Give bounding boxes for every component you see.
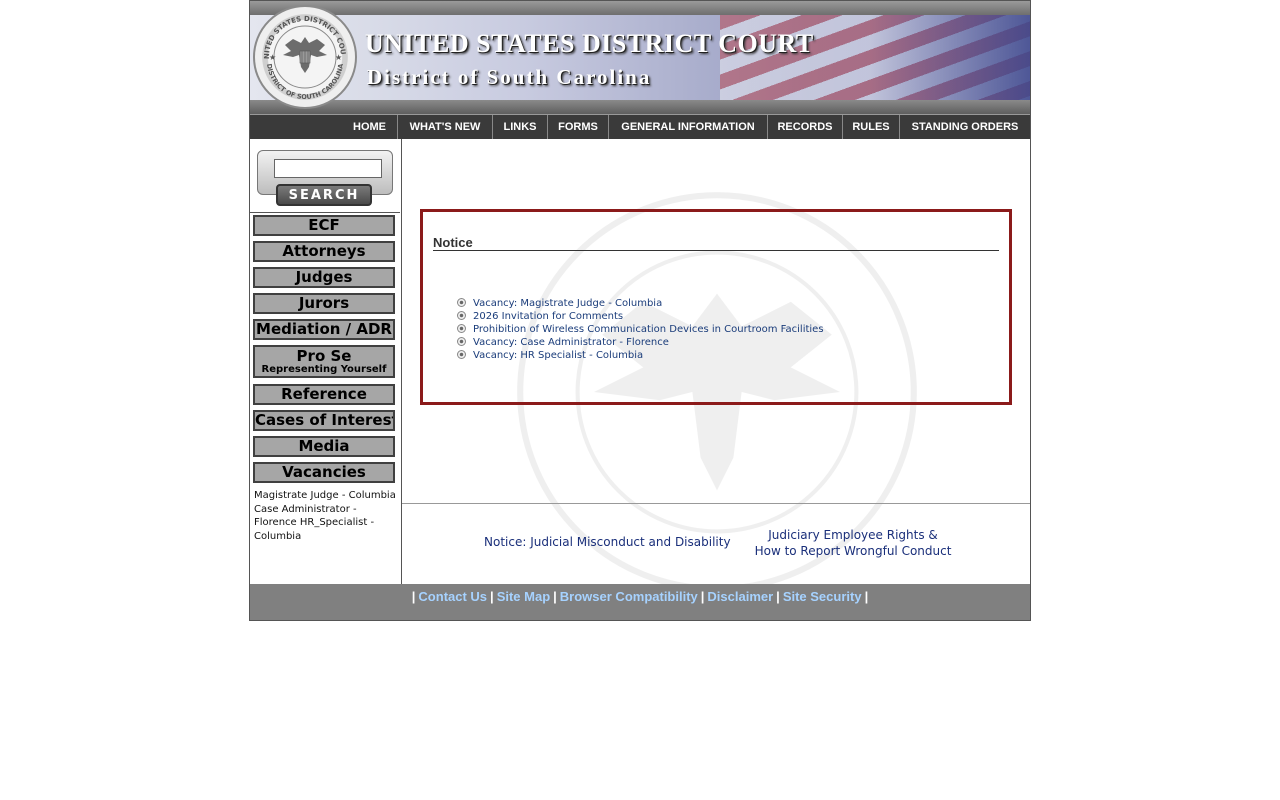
notice-link[interactable]: 2026 Invitation for Comments	[473, 311, 623, 322]
notice-title: Notice	[433, 235, 473, 250]
divider	[250, 212, 400, 213]
sidebar-button-mediation-adr[interactable]: Mediation / ADR	[253, 319, 395, 340]
nav-links[interactable]: LINKS	[492, 115, 547, 139]
notice-link[interactable]: Vacancy: Magistrate Judge - Columbia	[473, 298, 662, 309]
footer-disclaimer[interactable]: Disclaimer	[707, 589, 773, 604]
list-item[interactable]: Vacancy: Magistrate Judge - Columbia	[457, 297, 824, 310]
list-item[interactable]: Vacancy: Case Administrator - Florence	[457, 336, 824, 349]
court-title: UNITED STATES DISTRICT COURT	[365, 29, 814, 58]
judicial-misconduct-link[interactable]: Notice: Judicial Misconduct and Disabili…	[484, 535, 731, 549]
list-item[interactable]: 2026 Invitation for Comments	[457, 310, 824, 323]
notice-link[interactable]: Prohibition of Wireless Communication De…	[473, 324, 824, 335]
sidebar-button-media[interactable]: Media	[253, 436, 395, 457]
nav-general-information[interactable]: GENERAL INFORMATION	[608, 115, 767, 139]
nav-rules[interactable]: RULES	[842, 115, 899, 139]
employee-rights-line2: How to Report Wrongful Conduct	[754, 544, 952, 558]
sidebar-button-vacancies[interactable]: Vacancies	[253, 462, 395, 483]
divider	[402, 503, 1030, 504]
sidebar-button-attorneys[interactable]: Attorneys	[253, 241, 395, 262]
employee-rights-line1: Judiciary Employee Rights &	[768, 528, 938, 542]
notice-divider	[433, 250, 999, 251]
sidebar-button-pro-se[interactable]: Pro Se Representing Yourself	[253, 345, 395, 378]
search-input[interactable]	[274, 159, 382, 178]
notice-list: Vacancy: Magistrate Judge - Columbia 202…	[457, 297, 824, 362]
nav-standing-orders[interactable]: STANDING ORDERS	[899, 115, 1030, 139]
footer: | Contact Us | Site Map | Browser Compatibili…	[250, 584, 1030, 620]
sidebar-button-cases-of-interest[interactable]: Cases of Interest	[253, 410, 395, 431]
footer-browser-compatibility[interactable]: Browser Compatibility	[560, 589, 698, 604]
sidebar-button-judges[interactable]: Judges	[253, 267, 395, 288]
bullet-icon	[457, 350, 466, 359]
sidebar-button-jurors[interactable]: Jurors	[253, 293, 395, 314]
notice-link[interactable]: Vacancy: Case Administrator - Florence	[473, 337, 669, 348]
bullet-icon	[457, 337, 466, 346]
nav-whats-new[interactable]: WHAT'S NEW	[397, 115, 492, 139]
notice-link[interactable]: Vacancy: HR Specialist - Columbia	[473, 350, 643, 361]
footer-site-map[interactable]: Site Map	[497, 589, 550, 604]
sidebar-button-ecf[interactable]: ECF	[253, 215, 395, 236]
nav-records[interactable]: RECORDS	[767, 115, 842, 139]
employee-rights-link[interactable]: Judiciary Employee Rights & How to Repor…	[747, 527, 959, 559]
bullet-icon	[457, 311, 466, 320]
court-subtitle: District of South Carolina	[367, 65, 652, 89]
site-banner: UNITED STATES DISTRICT COURT DISTRICT OF…	[250, 1, 1030, 114]
top-navigation: HOME WHAT'S NEW LINKS FORMS GENERAL INFO…	[250, 114, 1030, 139]
vacancies-ticker[interactable]: Magistrate Judge - Columbia Case Adminis…	[254, 489, 400, 549]
svg-text:★: ★	[335, 53, 342, 62]
search-box: SEARCH	[257, 150, 393, 206]
list-item[interactable]: Prohibition of Wireless Communication De…	[457, 323, 824, 336]
nav-home[interactable]: HOME	[342, 115, 397, 139]
court-seal-logo: UNITED STATES DISTRICT COURT DISTRICT OF…	[253, 5, 357, 109]
pro-se-sublabel: Representing Yourself	[261, 364, 387, 375]
footer-site-security[interactable]: Site Security	[783, 589, 862, 604]
sidebar-button-reference[interactable]: Reference	[253, 384, 395, 405]
svg-text:★: ★	[269, 53, 276, 62]
nav-forms[interactable]: FORMS	[547, 115, 608, 139]
pro-se-label: Pro Se	[296, 347, 352, 365]
list-item[interactable]: Vacancy: HR Specialist - Columbia	[457, 349, 824, 362]
bullet-icon	[457, 298, 466, 307]
footer-contact-us[interactable]: Contact Us	[418, 589, 487, 604]
main-content: Notice Vacancy: Magistrate Judge - Colum…	[402, 139, 1030, 584]
notice-box: Notice Vacancy: Magistrate Judge - Colum…	[420, 209, 1012, 405]
search-button[interactable]: SEARCH	[276, 184, 372, 206]
left-sidebar: SEARCH ECF Attorneys Judges Jurors Media…	[250, 139, 402, 584]
bullet-icon	[457, 324, 466, 333]
page-container: UNITED STATES DISTRICT COURT DISTRICT OF…	[249, 0, 1031, 621]
